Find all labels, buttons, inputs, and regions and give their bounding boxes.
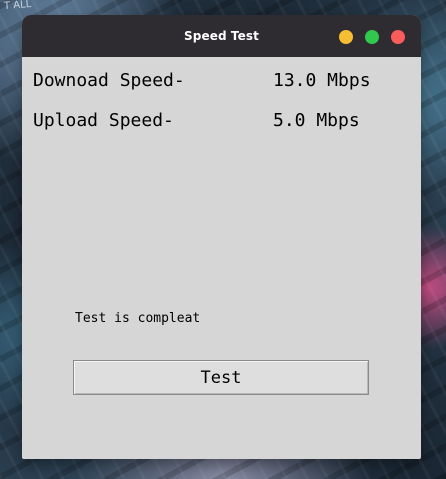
close-button[interactable]: [391, 30, 405, 44]
download-speed-value: 13.0 Mbps: [273, 70, 371, 91]
test-button[interactable]: Test: [73, 360, 369, 395]
download-speed-row: Downoad Speed- 13.0 Mbps: [33, 69, 371, 93]
upload-speed-label: Upload Speed-: [33, 110, 174, 131]
upload-speed-row: Upload Speed- 5.0 Mbps: [33, 109, 360, 133]
wallpaper-text: T ALL: [3, 0, 32, 12]
window-title: Speed Test: [184, 29, 259, 43]
desktop: { "window": { "title": "Speed Test" }, "…: [0, 0, 446, 479]
minimize-button[interactable]: [339, 30, 353, 44]
download-speed-label: Downoad Speed-: [33, 70, 185, 91]
maximize-button[interactable]: [365, 30, 379, 44]
title-bar[interactable]: Speed Test: [22, 15, 421, 57]
status-text: Test is compleat: [75, 311, 201, 326]
speed-test-window: Speed Test Downoad Speed- 13.0 Mbps Uplo…: [22, 15, 421, 459]
upload-speed-value: 5.0 Mbps: [273, 110, 360, 131]
